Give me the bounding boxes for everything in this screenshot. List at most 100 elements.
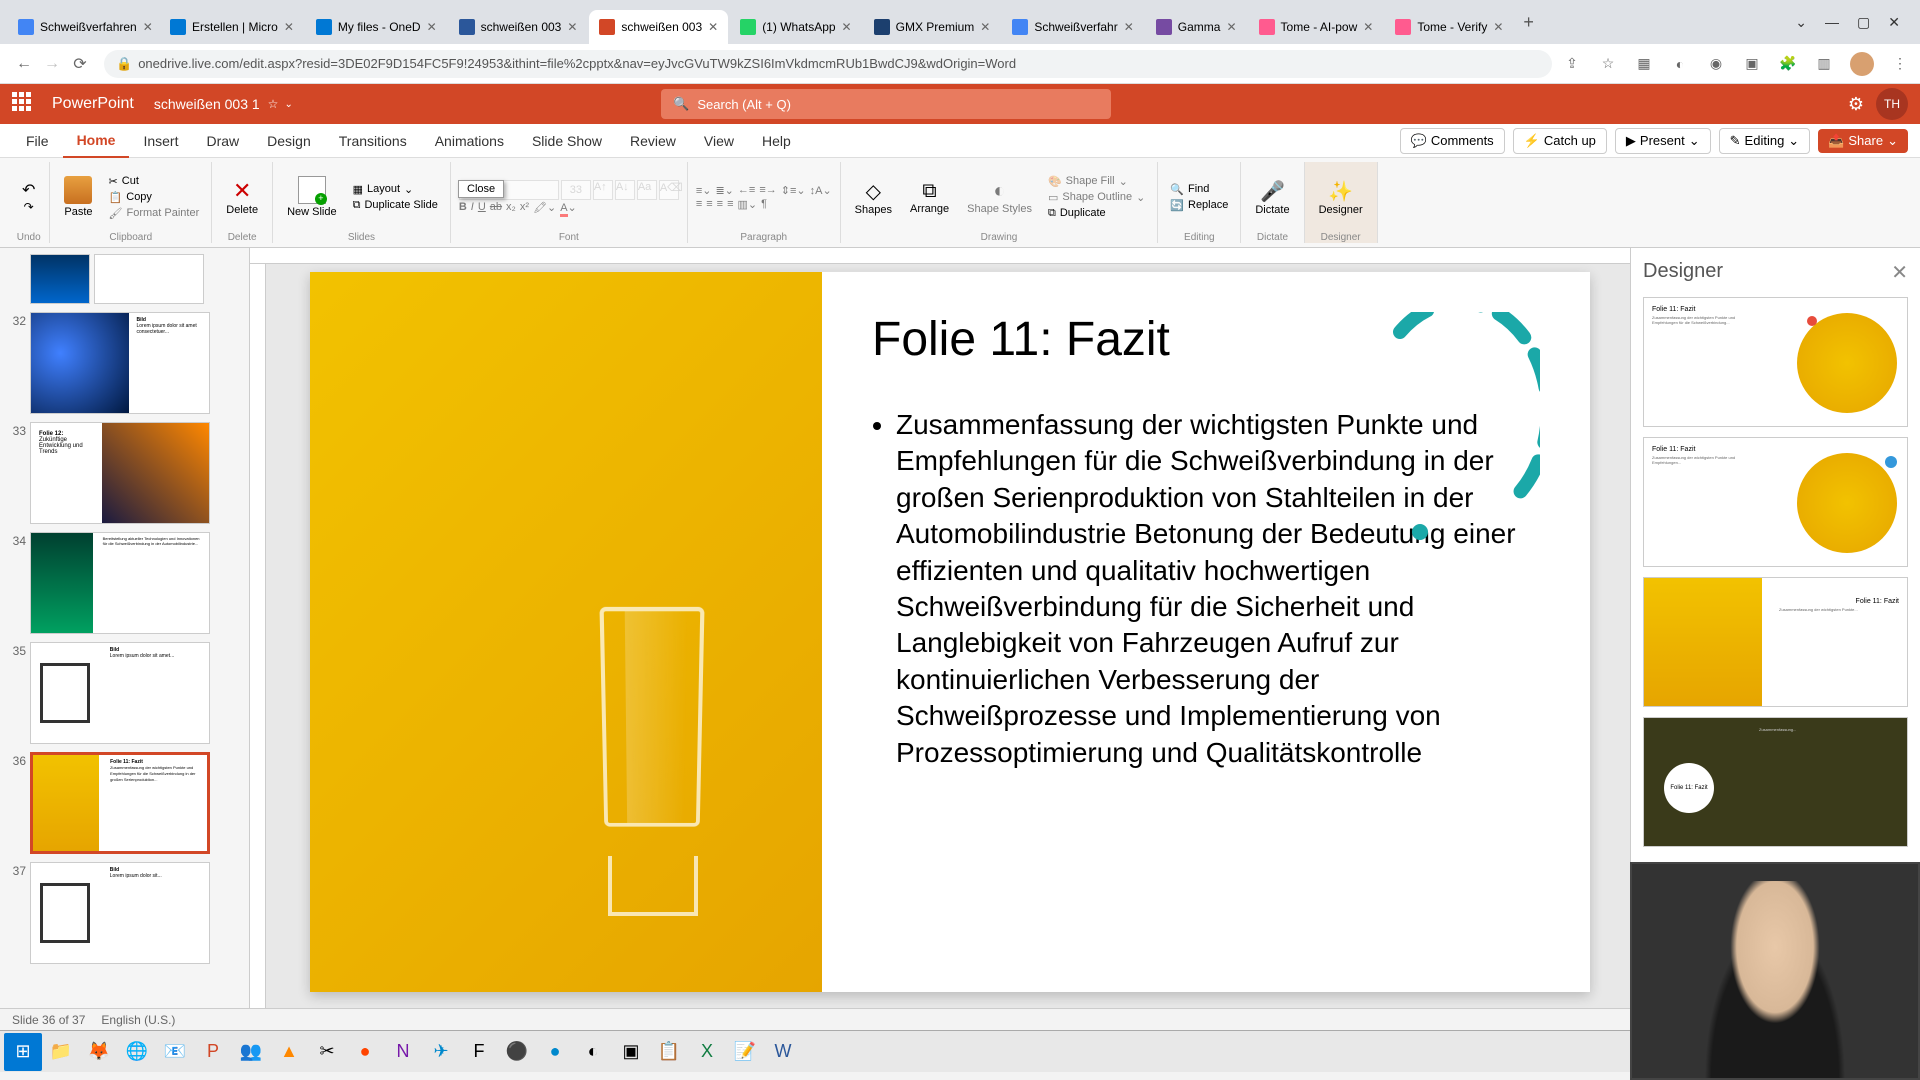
explorer-icon[interactable]: 📁	[42, 1033, 80, 1071]
snip-icon[interactable]: ✂	[308, 1033, 346, 1071]
word-icon[interactable]: W	[764, 1033, 802, 1071]
decrease-font-icon[interactable]: A↓	[615, 180, 635, 200]
font-color-button[interactable]: A⌄	[560, 201, 577, 214]
onenote-icon[interactable]: N	[384, 1033, 422, 1071]
ribbon-tab-design[interactable]: Design	[253, 124, 325, 158]
thumb-partial-top[interactable]	[6, 254, 243, 304]
tab-close-icon[interactable]: ✕	[1363, 20, 1373, 34]
delete-button[interactable]: ✕ Delete	[220, 176, 264, 218]
browser-tab-9[interactable]: Tome - AI-pow✕	[1249, 10, 1384, 44]
slide-thumbnail-34[interactable]: 34Bereitstellung aktueller Technologien …	[6, 532, 243, 634]
format-painter-button[interactable]: 🖌 Format Painter	[105, 206, 204, 221]
app-icon-1[interactable]: ●	[346, 1033, 384, 1071]
ribbon-tab-file[interactable]: File	[12, 124, 63, 158]
tab-close-icon[interactable]: ✕	[1124, 20, 1134, 34]
align-right-icon[interactable]: ≡	[717, 198, 723, 211]
ribbon-tab-review[interactable]: Review	[616, 124, 690, 158]
powerpoint-icon[interactable]: P	[194, 1033, 232, 1071]
close-designer-icon[interactable]: ✕	[1891, 260, 1908, 285]
duplicate-slide-button[interactable]: ⧉ Duplicate Slide	[349, 198, 442, 213]
numbering-icon[interactable]: ≣⌄	[715, 184, 733, 197]
decrease-indent-icon[interactable]: ←≡	[738, 184, 755, 197]
new-slide-button[interactable]: + New Slide	[281, 174, 343, 220]
slide-thumbnail-35[interactable]: 35BildLorem ipsum dolor sit amet...	[6, 642, 243, 744]
browser-tab-7[interactable]: Schweißverfahr✕	[1002, 10, 1143, 44]
ribbon-tab-transitions[interactable]: Transitions	[325, 124, 421, 158]
ribbon-tab-draw[interactable]: Draw	[192, 124, 253, 158]
justify-icon[interactable]: ≡	[727, 198, 733, 211]
increase-font-icon[interactable]: A↑	[593, 180, 613, 200]
undo-button[interactable]: ↶ ↷	[16, 178, 41, 216]
excel-icon[interactable]: X	[688, 1033, 726, 1071]
subscript-button[interactable]: x₂	[506, 201, 516, 214]
slide-canvas[interactable]: Folie 11: Fazit Zusammenfassung der wich…	[250, 248, 1630, 1008]
editing-button[interactable]: ✎ Editing ⌄	[1719, 128, 1811, 154]
browser-tab-3[interactable]: schweißen 003✕	[449, 10, 588, 44]
sidepanel-icon[interactable]: ▥	[1814, 54, 1834, 74]
catchup-button[interactable]: ⚡ Catch up	[1513, 128, 1607, 154]
profile-avatar-icon[interactable]	[1850, 52, 1874, 76]
tab-close-icon[interactable]: ✕	[1493, 20, 1503, 34]
underline-button[interactable]: U	[478, 201, 486, 214]
slide[interactable]: Folie 11: Fazit Zusammenfassung der wich…	[310, 272, 1590, 992]
browser-tab-1[interactable]: Erstellen | Micro✕	[160, 10, 304, 44]
settings-gear-icon[interactable]: ⚙	[1848, 94, 1864, 115]
app-icon-4[interactable]: ◐	[574, 1033, 612, 1071]
change-case-icon[interactable]: Aa	[637, 180, 657, 200]
designer-option-2[interactable]: Folie 11: Fazit Zusammenfassung der wich…	[1643, 437, 1908, 567]
bullets-icon[interactable]: ≡⌄	[696, 184, 712, 197]
ribbon-tab-slide-show[interactable]: Slide Show	[518, 124, 616, 158]
browser-tab-5[interactable]: (1) WhatsApp✕	[730, 10, 861, 44]
paste-button[interactable]: Paste	[58, 174, 98, 220]
app-launcher-icon[interactable]	[12, 92, 36, 116]
chrome-icon[interactable]: 🌐	[118, 1033, 156, 1071]
tab-close-icon[interactable]: ✕	[284, 20, 294, 34]
columns-icon[interactable]: ▥⌄	[738, 198, 758, 211]
vlc-icon[interactable]: ▲	[270, 1033, 308, 1071]
clear-format-icon[interactable]: A⌫	[659, 180, 679, 200]
app-icon-2[interactable]: F	[460, 1033, 498, 1071]
present-button[interactable]: ▶ Present ⌄	[1615, 128, 1711, 154]
highlight-button[interactable]: 🖍⌄	[533, 201, 556, 214]
browser-tab-6[interactable]: GMX Premium✕	[864, 10, 1001, 44]
reload-button[interactable]: ⟳	[66, 50, 94, 78]
dictate-button[interactable]: 🎤Dictate	[1249, 177, 1295, 218]
shape-styles-button[interactable]: ◐Shape Styles	[961, 178, 1038, 217]
minimize-icon[interactable]: —	[1825, 14, 1839, 31]
increase-indent-icon[interactable]: ≡→	[759, 184, 776, 197]
browser-tab-8[interactable]: Gamma✕	[1146, 10, 1247, 44]
close-window-icon[interactable]: ✕	[1888, 14, 1900, 31]
tab-close-icon[interactable]: ✕	[708, 20, 718, 34]
strikethrough-button[interactable]: ab	[490, 201, 502, 214]
new-tab-button[interactable]: +	[1523, 12, 1534, 33]
italic-button[interactable]: I	[471, 201, 474, 214]
ribbon-tab-animations[interactable]: Animations	[421, 124, 518, 158]
ribbon-tab-home[interactable]: Home	[63, 124, 130, 158]
ribbon-tab-help[interactable]: Help	[748, 124, 805, 158]
designer-option-1[interactable]: Folie 11: Fazit Zusammenfassung der wich…	[1643, 297, 1908, 427]
url-input[interactable]: 🔒 onedrive.live.com/edit.aspx?resid=3DE0…	[104, 50, 1552, 78]
tab-close-icon[interactable]: ✕	[143, 20, 153, 34]
maximize-icon[interactable]: ▢	[1857, 14, 1870, 31]
find-button[interactable]: 🔍 Find	[1166, 182, 1232, 197]
browser-tab-0[interactable]: Schweißverfahren✕	[8, 10, 158, 44]
rtl-icon[interactable]: ¶	[761, 198, 767, 211]
slide-thumbnail-32[interactable]: 32BildLorem ipsum dolor sit amet consect…	[6, 312, 243, 414]
star-icon[interactable]: ☆	[1598, 54, 1618, 74]
user-avatar[interactable]: TH	[1876, 88, 1908, 120]
shape-outline-button[interactable]: ▭ Shape Outline ⌄	[1044, 190, 1149, 205]
designer-button[interactable]: ✨Designer	[1313, 177, 1369, 218]
tab-close-icon[interactable]: ✕	[567, 20, 577, 34]
superscript-button[interactable]: x²	[520, 201, 529, 214]
tab-close-icon[interactable]: ✕	[980, 20, 990, 34]
teams-icon[interactable]: 👥	[232, 1033, 270, 1071]
arrange-button[interactable]: ⧉Arrange	[904, 178, 955, 217]
replace-button[interactable]: 🔄 Replace	[1166, 198, 1232, 213]
app-icon-5[interactable]: ▣	[612, 1033, 650, 1071]
tab-close-icon[interactable]: ✕	[842, 20, 852, 34]
search-input[interactable]: 🔍 Search (Alt + Q)	[661, 89, 1111, 119]
text-direction-icon[interactable]: ↕A⌄	[810, 184, 832, 197]
layout-button[interactable]: ▦ Layout ⌄	[349, 182, 442, 197]
browser-tab-10[interactable]: Tome - Verify✕	[1385, 10, 1513, 44]
chevron-down-icon[interactable]: ⌄	[1795, 14, 1807, 31]
